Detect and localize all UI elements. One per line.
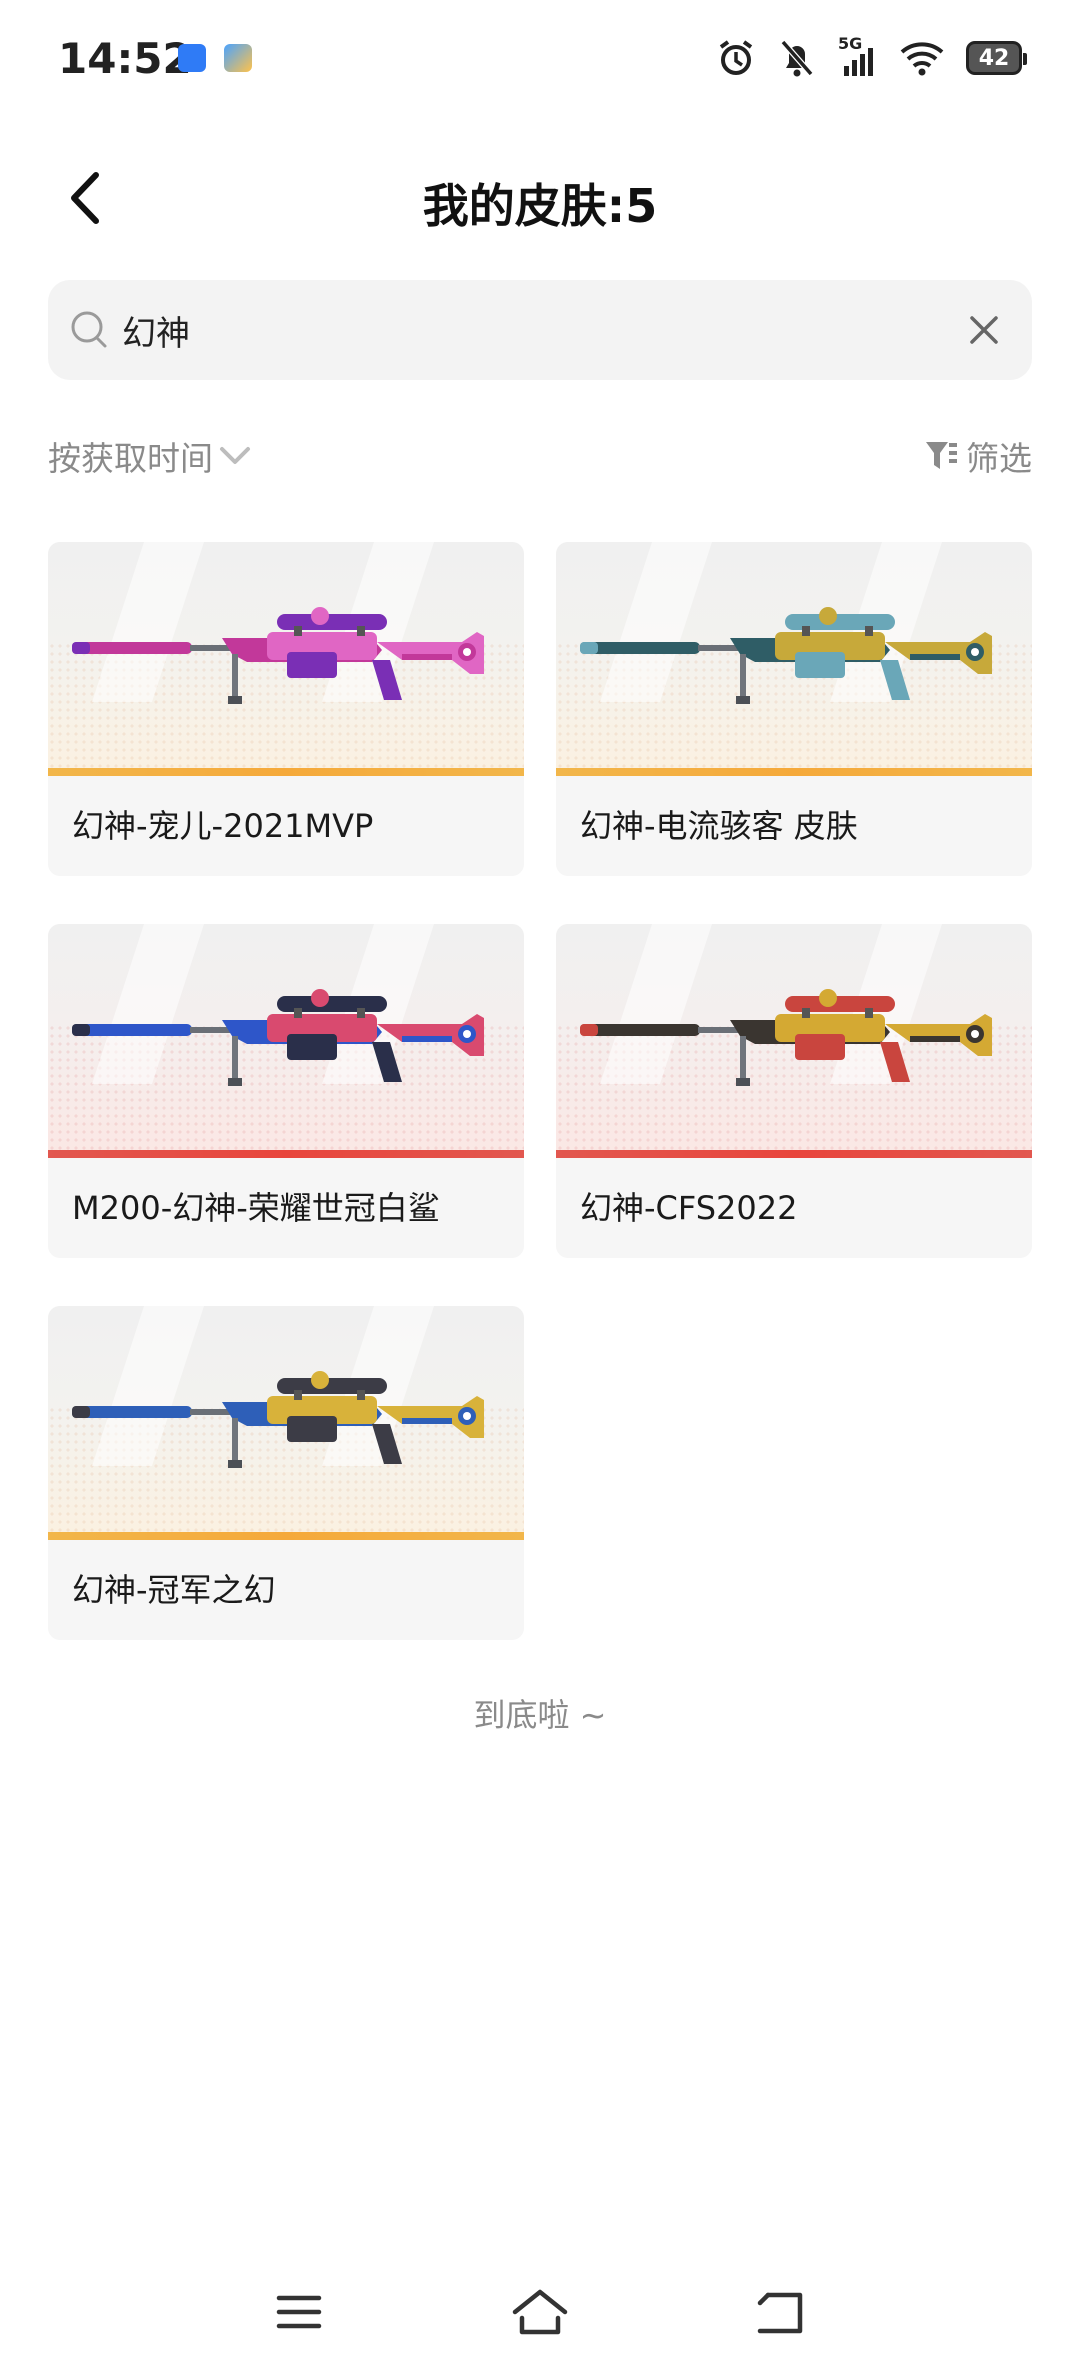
skin-name: 幻神-CFS2022 <box>580 1189 798 1227</box>
skin-image <box>556 542 1032 776</box>
filter-label: 筛选 <box>966 439 1032 478</box>
signal-5g-icon: 5G <box>838 34 878 78</box>
home-button[interactable] <box>505 2282 575 2342</box>
search-icon <box>71 311 107 348</box>
search-bar <box>48 280 1032 380</box>
page-title: 我的皮肤:5 <box>422 179 658 233</box>
skin-name: 幻神-宠儿-2021MVP <box>72 807 374 845</box>
rifle-illustration <box>580 607 992 704</box>
skin-image <box>48 924 524 1158</box>
rifle-illustration <box>580 989 992 1086</box>
status-time: 14:52 <box>58 34 192 83</box>
alarm-icon <box>719 40 753 75</box>
filter-icon <box>926 442 957 469</box>
close-icon <box>970 316 998 344</box>
navigation-bar <box>0 2246 1080 2376</box>
skin-name: M200-幻神-荣耀世冠白鲨 <box>72 1189 440 1227</box>
sort-dropdown[interactable]: 按获取时间 <box>48 432 251 480</box>
back-nav-button[interactable] <box>745 2282 815 2342</box>
mute-bell-icon <box>780 40 814 77</box>
skin-name: 幻神-冠军之幻 <box>72 1571 276 1609</box>
clear-search-button[interactable] <box>964 310 1004 350</box>
message-app-icon <box>178 44 206 72</box>
battery-indicator: 42 <box>966 41 1027 75</box>
menu-button[interactable] <box>264 2282 334 2342</box>
home-icon <box>512 2289 568 2335</box>
status-icons: 5G 42 <box>716 34 1027 78</box>
weather-app-icon <box>224 44 252 72</box>
skin-card[interactable]: 幻神-冠军之幻 <box>48 1306 524 1640</box>
rifle-illustration <box>72 1371 484 1468</box>
skin-card[interactable]: 幻神-电流骇客 皮肤 <box>556 542 1032 876</box>
battery-level: 42 <box>978 45 1010 71</box>
skin-image <box>48 1306 524 1540</box>
skin-image <box>556 924 1032 1158</box>
wifi-icon <box>900 42 944 76</box>
skin-name: 幻神-电流骇客 皮肤 <box>580 807 858 845</box>
header: 我的皮肤:5 <box>0 140 1080 260</box>
skin-card[interactable]: 幻神-宠儿-2021MVP <box>48 542 524 876</box>
skin-grid: 幻神-宠儿-2021MVP 幻神-电流骇客 皮肤 M200-幻神-荣耀世冠白鲨 … <box>48 542 1032 1640</box>
sort-label: 按获取时间 <box>48 439 213 478</box>
filter-button[interactable]: 筛选 <box>924 432 1032 480</box>
skin-card[interactable]: M200-幻神-荣耀世冠白鲨 <box>48 924 524 1258</box>
status-bar: 14:52 5G 42 <box>0 0 1080 120</box>
chevron-down-icon <box>220 447 250 464</box>
search-input[interactable] <box>122 280 922 380</box>
menu-icon <box>276 2295 322 2329</box>
return-icon <box>757 2292 803 2334</box>
end-of-list-text: 到底啦 ~ <box>473 1696 607 1734</box>
skin-image <box>48 542 524 776</box>
skin-card[interactable]: 幻神-CFS2022 <box>556 924 1032 1258</box>
rifle-illustration <box>72 989 484 1086</box>
rifle-illustration <box>72 607 484 704</box>
